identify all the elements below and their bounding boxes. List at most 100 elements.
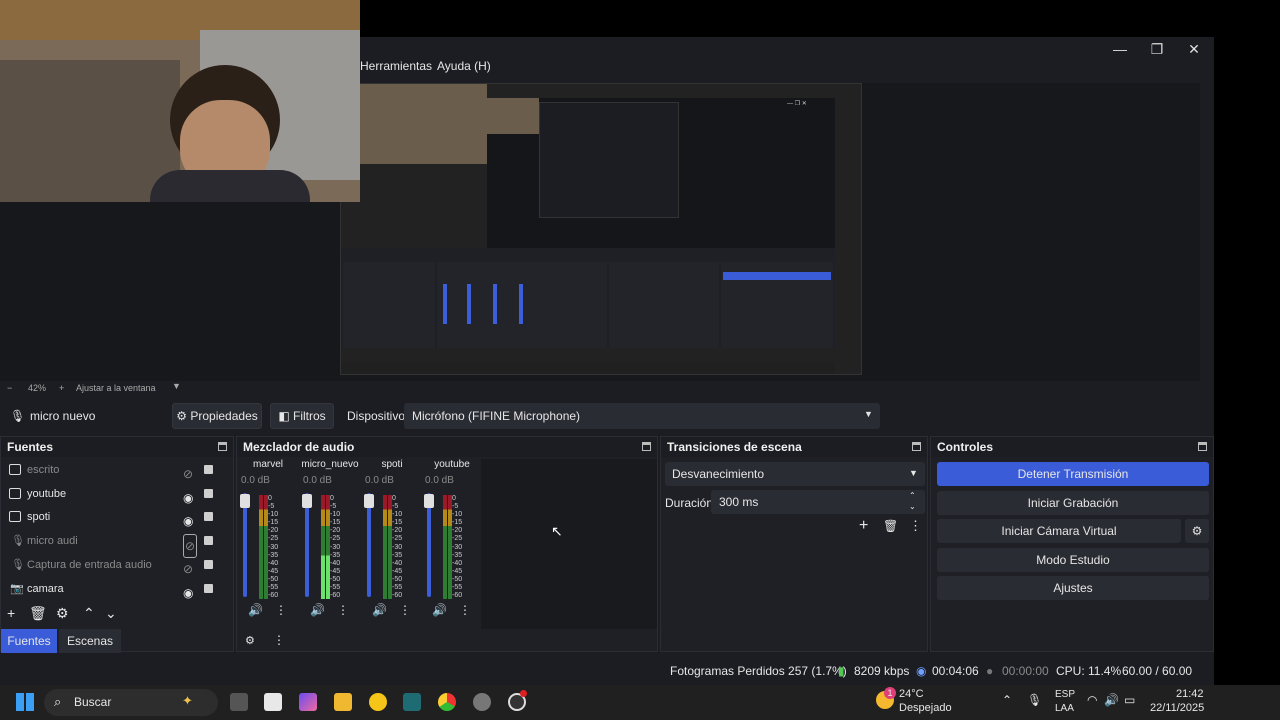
trash-icon[interactable]: 🗑	[29, 605, 47, 622]
clock-date[interactable]: 22/11/2025	[1150, 702, 1204, 714]
lock-icon[interactable]	[204, 560, 213, 569]
undock-icon[interactable]	[1198, 442, 1207, 451]
channel-db: 0.0 dB	[241, 475, 270, 486]
tab-scenes[interactable]: Escenas	[59, 629, 121, 653]
studio-mode-button[interactable]: Modo Estudio	[937, 548, 1209, 572]
fit-window-button[interactable]: Ajustar a la ventana	[76, 383, 156, 393]
filters-button[interactable]: ◧ Filtros	[270, 403, 334, 429]
kebab-menu-icon[interactable]: ⋮	[399, 603, 411, 617]
stop-stream-button[interactable]: Detener Transmisión	[937, 462, 1209, 486]
source-item[interactable]: 🎙 Captura de entrada audio ⊘	[7, 554, 219, 576]
add-icon[interactable]: +	[859, 517, 868, 535]
zoom-out-button[interactable]: −	[7, 383, 12, 393]
chrome-icon[interactable]	[438, 693, 456, 711]
speaker-icon[interactable]: 🔊	[248, 603, 263, 617]
clock-time[interactable]: 21:42	[1176, 688, 1204, 700]
volume-fader[interactable]	[367, 493, 371, 597]
zoom-in-button[interactable]: +	[59, 383, 64, 393]
kebab-menu-icon[interactable]: ⋮	[273, 633, 285, 647]
app-icon[interactable]	[403, 693, 421, 711]
keyboard-layout[interactable]: LAA	[1055, 703, 1074, 714]
taskbar-search[interactable]: ⌕ Buscar ✦	[44, 689, 218, 716]
fader-knob[interactable]	[424, 494, 434, 508]
level-meter	[259, 495, 263, 599]
lock-icon[interactable]	[204, 465, 213, 474]
fader-knob[interactable]	[240, 494, 250, 508]
chevron-down-icon[interactable]: ▼	[172, 381, 181, 391]
add-icon[interactable]: +	[7, 605, 15, 621]
speaker-icon[interactable]: 🔊	[432, 603, 447, 617]
trash-icon[interactable]: 🗑	[883, 519, 898, 533]
source-item[interactable]: youtube ◉	[7, 483, 219, 505]
channel-db: 0.0 dB	[303, 475, 332, 486]
chevron-up-icon[interactable]: ⌃	[1002, 693, 1012, 707]
device-select[interactable]: Micrófono (FIFINE Microphone) ▼	[404, 403, 880, 429]
source-item[interactable]: 📷 camara ◉	[7, 578, 219, 600]
duration-value: 300 ms	[719, 495, 759, 509]
kebab-menu-icon[interactable]: ⋮	[459, 603, 471, 617]
stream-time: 00:04:06	[932, 664, 979, 678]
volume-fader[interactable]	[427, 493, 431, 597]
store-icon[interactable]	[264, 693, 282, 711]
settings-button[interactable]: Ajustes	[937, 576, 1209, 600]
db-scale: 0 -5 -10 -15 -20 -25 -30 -35 -40 -45 -50 -55 -60	[452, 495, 463, 600]
source-item[interactable]: escrito ⊘	[7, 459, 219, 481]
spinner-icon[interactable]: ⌃ ⌄	[909, 490, 916, 512]
lock-icon[interactable]	[204, 584, 213, 593]
kebab-menu-icon[interactable]: ⋮	[909, 518, 922, 534]
kebab-menu-icon[interactable]: ⋮	[275, 603, 287, 617]
preview-canvas[interactable]: — ❐ ✕	[340, 83, 862, 375]
lock-icon[interactable]	[204, 489, 213, 498]
fader-knob[interactable]	[364, 494, 374, 508]
mixer-channel: spoti 0.0 dB 0 -5 -10 -15 -20 -25 -30 -35 -40 -45…	[361, 459, 423, 629]
tab-sources[interactable]: Fuentes	[1, 629, 57, 653]
mixer-channel: youtube 0.0 dB 0 -5 -10 -15 -20 -25 -30 -35 -40-…	[421, 459, 483, 629]
speaker-icon[interactable]: 🔊	[372, 603, 387, 617]
browser-icon[interactable]	[369, 693, 387, 711]
virtual-camera-button[interactable]: Iniciar Cámara Virtual	[937, 519, 1181, 543]
source-item[interactable]: 🎙 micro audi ⊘	[7, 530, 219, 558]
task-view-icon[interactable]	[230, 693, 248, 711]
windows-start-icon[interactable]	[16, 693, 34, 711]
undock-icon[interactable]	[218, 442, 227, 451]
speaker-icon[interactable]: 🔊	[310, 603, 325, 617]
gear-icon[interactable]: ⚙	[1185, 519, 1209, 543]
volume-icon[interactable]: 🔊	[1104, 693, 1119, 707]
settings-gear-icon[interactable]	[473, 693, 491, 711]
transition-select-value: Desvanecimiento	[672, 467, 765, 481]
mixer-channel: marvel 0.0 dB 0 -5 -10 -15 -20 -25 -30 -35 -40 -4…	[237, 459, 299, 629]
undock-icon[interactable]	[642, 442, 651, 451]
start-recording-button[interactable]: Iniciar Grabación	[937, 491, 1209, 515]
gear-icon[interactable]: ⚙	[56, 605, 69, 622]
chevron-up-icon[interactable]: ⌃	[83, 605, 95, 622]
microphone-icon[interactable]: 🎙	[1027, 693, 1042, 707]
lock-icon[interactable]	[204, 512, 213, 521]
kebab-menu-icon[interactable]: ⋮	[337, 603, 349, 617]
wifi-icon[interactable]: ◠	[1087, 693, 1097, 707]
undock-icon[interactable]	[912, 442, 921, 451]
camera-icon: 📷	[10, 583, 24, 595]
source-item[interactable]: spoti ◉	[7, 506, 219, 528]
eye-icon[interactable]: ◉	[183, 510, 193, 532]
volume-fader[interactable]	[243, 493, 247, 597]
volume-fader[interactable]	[305, 493, 309, 597]
menu-help[interactable]: Ayuda (H)	[437, 59, 491, 73]
microphone-icon: 🎙	[11, 559, 25, 571]
record-time: 00:00:00	[1002, 664, 1049, 678]
fader-knob[interactable]	[302, 494, 312, 508]
advanced-audio-icon[interactable]: ⚙	[245, 634, 255, 647]
eye-hidden-icon[interactable]: ⊘	[183, 463, 193, 485]
lock-icon[interactable]	[204, 536, 213, 545]
language-code[interactable]: ESP	[1055, 689, 1075, 700]
file-explorer-icon[interactable]	[334, 693, 352, 711]
battery-icon[interactable]: ▭	[1124, 693, 1135, 707]
chevron-down-icon[interactable]: ⌄	[105, 605, 117, 622]
eye-hidden-icon[interactable]: ⊘	[183, 558, 193, 580]
copilot-icon[interactable]	[299, 693, 317, 711]
microphone-icon: 🎙	[11, 535, 25, 547]
eye-icon[interactable]: ◉	[183, 582, 193, 604]
duration-input[interactable]: 300 ms ⌃ ⌄	[711, 490, 925, 514]
properties-button[interactable]: ⚙ Propiedades	[172, 403, 262, 429]
transition-select[interactable]: Desvanecimiento ▼	[665, 462, 925, 486]
menu-tools[interactable]: Herramientas	[360, 59, 432, 73]
